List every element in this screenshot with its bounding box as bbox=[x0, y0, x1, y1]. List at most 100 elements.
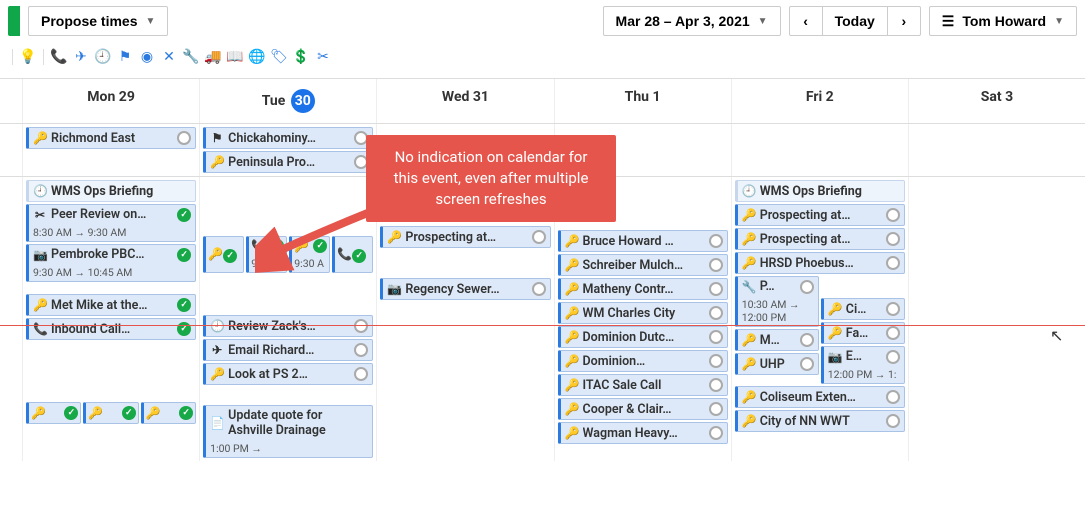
key-icon: 🔑 bbox=[742, 333, 756, 347]
event-title: Peninsula Pro… bbox=[228, 155, 350, 170]
day-header[interactable]: Tue 30 bbox=[199, 79, 376, 123]
calendar-event[interactable]: 📷Regency Sewer… bbox=[380, 278, 550, 300]
event-title: Prospecting at… bbox=[760, 208, 882, 223]
calendar-event[interactable]: 🔑ITAC Sale Call bbox=[558, 374, 728, 396]
calendar-event[interactable]: ⚑Chickahominy… bbox=[203, 127, 373, 149]
key-icon: 🔑 bbox=[387, 230, 401, 244]
date-range-button[interactable]: Mar 28 – Apr 3, 2021 ▼ bbox=[603, 6, 781, 36]
bulb-icon[interactable]: 💡 bbox=[17, 46, 39, 68]
calendar-event[interactable]: 🔑Coliseum Exten… bbox=[735, 386, 905, 408]
clock-icon[interactable]: 🕘 bbox=[92, 46, 114, 68]
calendar-event[interactable]: 🔑M… bbox=[735, 329, 819, 351]
day-header[interactable]: Fri 2 bbox=[731, 79, 908, 123]
calendar-event[interactable]: 🔑Cooper & Clair… bbox=[558, 398, 728, 420]
calendar-event[interactable]: ✈Email Richard… bbox=[203, 339, 373, 361]
status-open-icon bbox=[709, 378, 723, 392]
calendar-event[interactable]: 🔑UHP bbox=[735, 353, 819, 375]
calendar-event[interactable]: 🔑 bbox=[26, 402, 81, 424]
event-time: 1:00 PM → bbox=[210, 442, 262, 455]
camera-icon: 📷 bbox=[387, 282, 401, 296]
calendar-event[interactable]: 🔑 Peninsula Pro… bbox=[203, 151, 373, 173]
tools-icon[interactable]: ✕ bbox=[158, 46, 180, 68]
event-title: Peer Review on… bbox=[51, 207, 173, 222]
calendar-event[interactable]: 📄Update quote for Ashville Drainage1:00 … bbox=[203, 405, 373, 458]
calendar-event[interactable]: 🔑HRSD Phoebus… bbox=[735, 252, 905, 274]
calendar-event[interactable]: 🕘WMS Ops Briefing bbox=[735, 180, 905, 202]
calendar-event[interactable]: 🔑Prospecting at… bbox=[735, 204, 905, 226]
calendar-event[interactable]: 🔑City of NN WWT bbox=[735, 410, 905, 432]
globe-icon[interactable]: 🌐 bbox=[246, 46, 268, 68]
event-title: Matheny Contr… bbox=[583, 282, 705, 297]
chevron-left-icon: ‹ bbox=[803, 13, 808, 29]
calendar-event[interactable]: 🔑Schreiber Mulch… bbox=[558, 254, 728, 276]
event-type-toolbar: 💡 📞 ✈ 🕘 ⚑ ◉ ✕ 🔧 🚚 📖 🌐 🏷 💲 ✂ bbox=[0, 42, 1085, 78]
status-open-icon bbox=[709, 258, 723, 272]
event-title: Look at PS 2… bbox=[228, 367, 350, 382]
calendar-event[interactable]: 🔑Dominion Dutc… bbox=[558, 326, 728, 348]
key-icon: 🔑 bbox=[565, 306, 579, 320]
event-title: Richmond East bbox=[51, 131, 173, 146]
doc-icon: 📄 bbox=[210, 416, 224, 430]
calendar-event[interactable]: 🔑Look at PS 2… bbox=[203, 363, 373, 385]
status-open-icon bbox=[886, 414, 900, 428]
phone-icon[interactable]: 📞 bbox=[48, 46, 70, 68]
today-label: Today bbox=[835, 13, 875, 29]
calendar-event[interactable]: 🔑 bbox=[141, 402, 196, 424]
key-icon: 🔑 bbox=[742, 256, 756, 270]
today-button[interactable]: Today bbox=[823, 6, 887, 36]
calendar-event[interactable]: 📷E…12:00 PM → 1: bbox=[821, 346, 905, 384]
calendar-event[interactable]: 🔑Prospecting at… bbox=[380, 226, 550, 248]
event-title: Dominion… bbox=[583, 354, 705, 369]
calendar-event[interactable]: 🔑Met Mike at the… bbox=[26, 294, 196, 316]
calendar-event[interactable]: 📷Pembroke PBC…9:30 AM → 10:45 AM bbox=[26, 244, 196, 282]
key-icon: 🔑 bbox=[210, 155, 224, 169]
calendar-event[interactable]: 🔑 Prospecting at… bbox=[735, 228, 905, 250]
calendar-event[interactable]: 🔑 bbox=[203, 236, 244, 273]
propose-times-button[interactable]: Propose times ▼ bbox=[28, 6, 168, 36]
wrench-icon[interactable]: 🔧 bbox=[180, 46, 202, 68]
camera-icon: 📷 bbox=[828, 350, 842, 364]
calendar-event[interactable]: 🕘WMS Ops Briefing bbox=[26, 180, 196, 202]
status-open-icon bbox=[886, 256, 900, 270]
caret-down-icon: ▼ bbox=[758, 16, 768, 27]
crossed-tools-icon[interactable]: ✂ bbox=[312, 46, 334, 68]
key-icon: 🔑 bbox=[742, 232, 756, 246]
status-done-icon bbox=[177, 208, 191, 222]
event-title: P… bbox=[760, 279, 796, 294]
calendar-event[interactable]: 📞Inbound Call… bbox=[26, 318, 196, 340]
calendar-event[interactable]: 🔑 Dominion… bbox=[558, 350, 728, 372]
key-icon: 🔑 bbox=[565, 282, 579, 296]
calendar-event[interactable]: 🔑 bbox=[83, 402, 138, 424]
broadcast-icon[interactable]: ◉ bbox=[136, 46, 158, 68]
calendar-event[interactable]: 🕘Review Zack's… bbox=[203, 315, 373, 337]
calendar-event[interactable]: ✂Peer Review on…8:30 AM → 9:30 AM bbox=[26, 204, 196, 242]
day-header[interactable]: Wed 31 bbox=[376, 79, 553, 123]
price-icon[interactable]: 💲 bbox=[290, 46, 312, 68]
calendar-event[interactable]: 🔑 Matheny Contr… bbox=[558, 278, 728, 300]
flag-icon[interactable]: ⚑ bbox=[114, 46, 136, 68]
calendar-event[interactable]: 🔑Wagman Heavy… bbox=[558, 422, 728, 444]
next-button[interactable]: › bbox=[887, 6, 921, 36]
calendar-event[interactable]: 🔑Bruce Howard … bbox=[558, 230, 728, 252]
status-open-icon bbox=[709, 306, 723, 320]
send-icon[interactable]: ✈ bbox=[70, 46, 92, 68]
prev-button[interactable]: ‹ bbox=[789, 6, 823, 36]
key-icon: 🔑 bbox=[565, 354, 579, 368]
day-header[interactable]: Mon 29 bbox=[22, 79, 199, 123]
event-title: Prospecting at… bbox=[760, 232, 882, 247]
caret-down-icon: ▼ bbox=[1054, 16, 1064, 27]
event-title: WMS Ops Briefing bbox=[51, 184, 191, 199]
day-header[interactable]: Sat 3 bbox=[908, 79, 1085, 123]
calendar-event[interactable]: 🔑Ci… bbox=[821, 298, 905, 320]
truck-icon[interactable]: 🚚 bbox=[202, 46, 224, 68]
send-icon: ✈ bbox=[210, 343, 224, 357]
event-time: 8:30 AM → 9:30 AM bbox=[33, 226, 126, 239]
camera-icon: 📷 bbox=[33, 248, 47, 262]
book-icon[interactable]: 📖 bbox=[224, 46, 246, 68]
user-filter-button[interactable]: ☰ Tom Howard ▼ bbox=[929, 6, 1077, 36]
calendar-event[interactable]: 🔧P…10:30 AM → 12:00 PM bbox=[735, 276, 819, 327]
calendar-event[interactable]: 🔑Richmond East bbox=[26, 127, 196, 149]
calendar-event[interactable]: 🔑WM Charles City bbox=[558, 302, 728, 324]
tag-icon[interactable]: 🏷 bbox=[268, 46, 290, 68]
day-header[interactable]: Thu 1 bbox=[554, 79, 731, 123]
